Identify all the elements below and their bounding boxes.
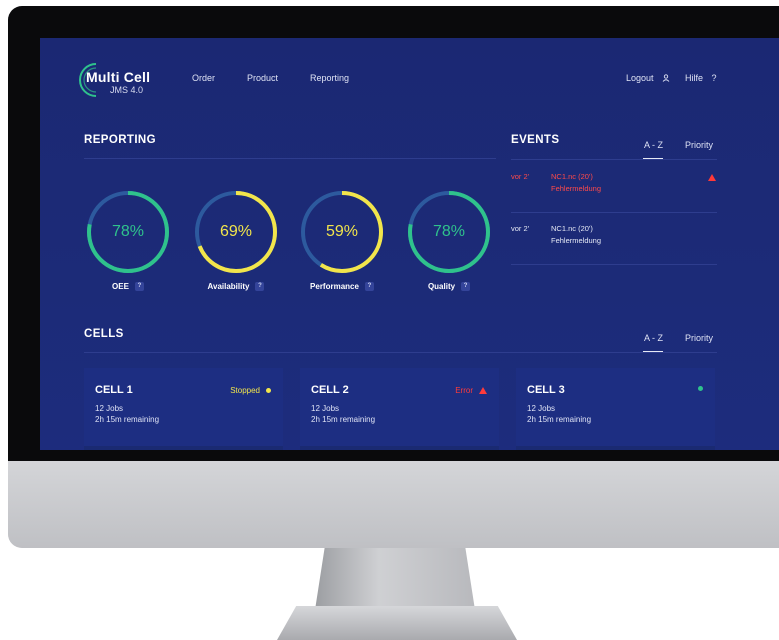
event-time: vor 2' [511, 224, 530, 233]
cell-status [698, 386, 703, 391]
logo-title: Multi Cell [86, 69, 151, 85]
help-icon[interactable]: ? [364, 282, 374, 292]
kpi-value: 59% [325, 223, 359, 240]
cell-status-label: Stopped [230, 386, 260, 395]
app-screen: Multi Cell JMS 4.0 Order Product Reporti… [40, 38, 779, 450]
reporting-divider [84, 158, 496, 159]
kpi-label-text: OEE [112, 282, 129, 291]
user-icon [662, 74, 670, 82]
event-message: Fehlermeldung [551, 236, 602, 245]
kpi-label: OEE? [112, 282, 144, 292]
kpi-label-text: Availability [207, 282, 250, 291]
event-title: NC1.nc (20') [551, 224, 593, 233]
cell-name: CELL 1 [95, 384, 133, 396]
cell-jobs: 12 Jobs [95, 404, 124, 413]
cells-sort-az-tab[interactable]: A - Z [644, 333, 663, 343]
help-link[interactable]: Hilfe ? [685, 73, 717, 83]
kpi-gauge[interactable]: 78% [84, 188, 174, 276]
logout-link[interactable]: Logout [626, 73, 670, 83]
nav-item-order[interactable]: Order [192, 73, 215, 83]
help-icon: ? [711, 73, 717, 83]
events-sort-az-tab[interactable]: A - Z [644, 140, 663, 150]
help-icon[interactable]: ? [255, 282, 265, 292]
cell-jobs: 12 Jobs [527, 404, 556, 413]
cell-card[interactable]: CELL 1 Stopped 12 Jobs 2h 15m remaining [84, 368, 283, 450]
kpi-value: 78% [432, 223, 466, 240]
event-message: Fehlermeldung [551, 184, 602, 193]
event-row[interactable]: vor 2' NC1.nc (20') Fehlermeldung [511, 160, 717, 213]
kpi-gauge[interactable]: 69% [192, 188, 282, 276]
cells-title: CELLS [84, 328, 124, 340]
cells-divider [84, 352, 717, 353]
cell-name: CELL 3 [527, 384, 565, 396]
status-dot-icon [698, 386, 703, 391]
event-time: vor 2' [511, 172, 530, 181]
help-label: Hilfe [685, 73, 704, 83]
help-icon[interactable]: ? [134, 282, 144, 292]
cell-status: Stopped [230, 386, 271, 395]
kpi-value: 69% [219, 223, 253, 240]
nav-item-product[interactable]: Product [247, 73, 278, 83]
cell-remaining-time: 2h 15m remaining [95, 415, 160, 424]
kpi-value: 78% [111, 223, 145, 240]
kpi-label: Availability? [207, 282, 265, 292]
cell-card-footer [300, 446, 499, 450]
monitor-stand-foot [277, 606, 517, 640]
kpi-label: Performance? [310, 282, 374, 292]
kpi-label-text: Performance [310, 282, 359, 291]
warning-icon [479, 387, 487, 394]
cell-remaining-time: 2h 15m remaining [527, 415, 592, 424]
cells-sort-priority-tab[interactable]: Priority [685, 333, 713, 343]
monitor-stand-neck [315, 548, 475, 610]
kpi-gauge[interactable]: 59% [298, 188, 388, 276]
app-logo[interactable]: Multi Cell JMS 4.0 [74, 60, 194, 100]
cell-card[interactable]: CELL 3 12 Jobs 2h 15m remaining [516, 368, 715, 450]
cell-status-label: Error [455, 386, 473, 395]
cell-jobs: 12 Jobs [311, 404, 340, 413]
cell-name: CELL 2 [311, 384, 349, 396]
event-row[interactable]: vor 2' NC1.nc (20') Fehlermeldung [511, 212, 717, 265]
help-icon[interactable]: ? [461, 282, 471, 292]
logo-subtitle: JMS 4.0 [110, 85, 144, 95]
events-sort-priority-tab[interactable]: Priority [685, 140, 713, 150]
nav-item-reporting[interactable]: Reporting [310, 73, 349, 83]
warning-icon [708, 174, 716, 181]
event-title: NC1.nc (20') [551, 172, 593, 181]
kpi-gauge[interactable]: 78% [405, 188, 495, 276]
logout-label: Logout [626, 73, 654, 83]
status-dot-icon [266, 388, 271, 393]
top-navigation: Multi Cell JMS 4.0 Order Product Reporti… [40, 38, 779, 118]
cell-remaining-time: 2h 15m remaining [311, 415, 376, 424]
monitor-chin [8, 461, 779, 548]
cell-card-footer [516, 446, 715, 450]
events-title: EVENTS [511, 134, 560, 146]
reporting-title: REPORTING [84, 134, 156, 146]
kpi-label: Quality? [427, 282, 471, 292]
kpi-label-text: Quality [427, 282, 456, 291]
cell-status: Error [455, 386, 487, 395]
cell-card[interactable]: CELL 2 Error 12 Jobs 2h 15m remaining [300, 368, 499, 450]
cell-card-footer [84, 446, 283, 450]
